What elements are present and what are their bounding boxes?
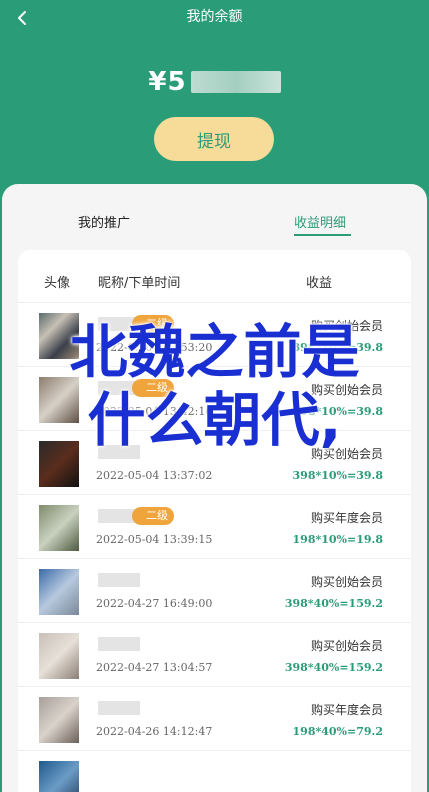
avatar [39, 505, 79, 551]
income-calculation: 398*10%=39.8 [292, 469, 383, 482]
income-description: 购买年度会员 [310, 511, 383, 525]
avatar [39, 761, 79, 792]
income-description: 购买创始会员 [310, 639, 383, 653]
tab-bar: 我的推广 收益明细 [2, 212, 427, 238]
withdraw-button[interactable]: 提现 [154, 117, 274, 161]
income-calculation: 398*40%=159.2 [284, 597, 383, 610]
tab-my-promotion[interactable]: 我的推广 [78, 212, 130, 231]
table-row[interactable]: 2022-04-27 13:04:57 购买创始会员 398*40%=159.2 [18, 622, 411, 686]
header-avatar: 头像 [44, 276, 71, 291]
tab-active-indicator [294, 234, 351, 236]
avatar [39, 697, 79, 743]
balance-amount: ¥5 [0, 66, 429, 98]
nickname-blur [98, 637, 140, 651]
table-row[interactable]: 二级 2022-05-04 13:39:15 购买年度会员 198*10%=19… [18, 494, 411, 558]
avatar [39, 569, 79, 615]
balance-blur [190, 71, 281, 93]
avatar [39, 633, 79, 679]
table-row[interactable]: 2022-04-27 16:49:00 购买创始会员 398*40%=159.2 [18, 558, 411, 622]
order-time: 2022-04-26 14:12:47 [96, 725, 213, 738]
level-badge: 二级 [132, 507, 174, 525]
watermark-text: 北魏之前是 什么朝代, [0, 318, 429, 454]
income-description: 购买年度会员 [310, 703, 383, 717]
order-time: 2022-05-04 13:37:02 [96, 469, 213, 482]
table-row[interactable] [18, 750, 411, 792]
top-bar: 我的余额 [0, 0, 429, 36]
tab-income-detail[interactable]: 收益明细 [294, 212, 346, 231]
header-income: 收益 [306, 276, 333, 291]
nickname-blur [98, 573, 140, 587]
watermark-line: 什么朝代, [87, 386, 342, 454]
table-header: 头像 昵称/下单时间 收益 [18, 250, 411, 302]
order-time: 2022-05-04 13:39:15 [96, 533, 213, 546]
page-title: 我的余额 [186, 9, 243, 25]
order-time: 2022-04-27 13:04:57 [96, 661, 213, 674]
content-panel: 我的推广 收益明细 头像 昵称/下单时间 收益 二级 2022-05-04 13… [2, 184, 427, 792]
balance-value: ¥5 [148, 67, 187, 97]
income-calculation: 198*10%=19.8 [292, 533, 383, 546]
nickname-blur [98, 701, 140, 715]
header-name-time: 昵称/下单时间 [98, 276, 181, 291]
table-row[interactable]: 2022-04-26 14:12:47 购买年度会员 198*40%=79.2 [18, 686, 411, 750]
income-calculation: 398*40%=159.2 [284, 661, 383, 674]
order-time: 2022-04-27 16:49:00 [96, 597, 213, 610]
income-description: 购买创始会员 [310, 575, 383, 589]
watermark-line: 北魏之前是 [69, 318, 360, 386]
income-calculation: 198*40%=79.2 [292, 725, 383, 738]
